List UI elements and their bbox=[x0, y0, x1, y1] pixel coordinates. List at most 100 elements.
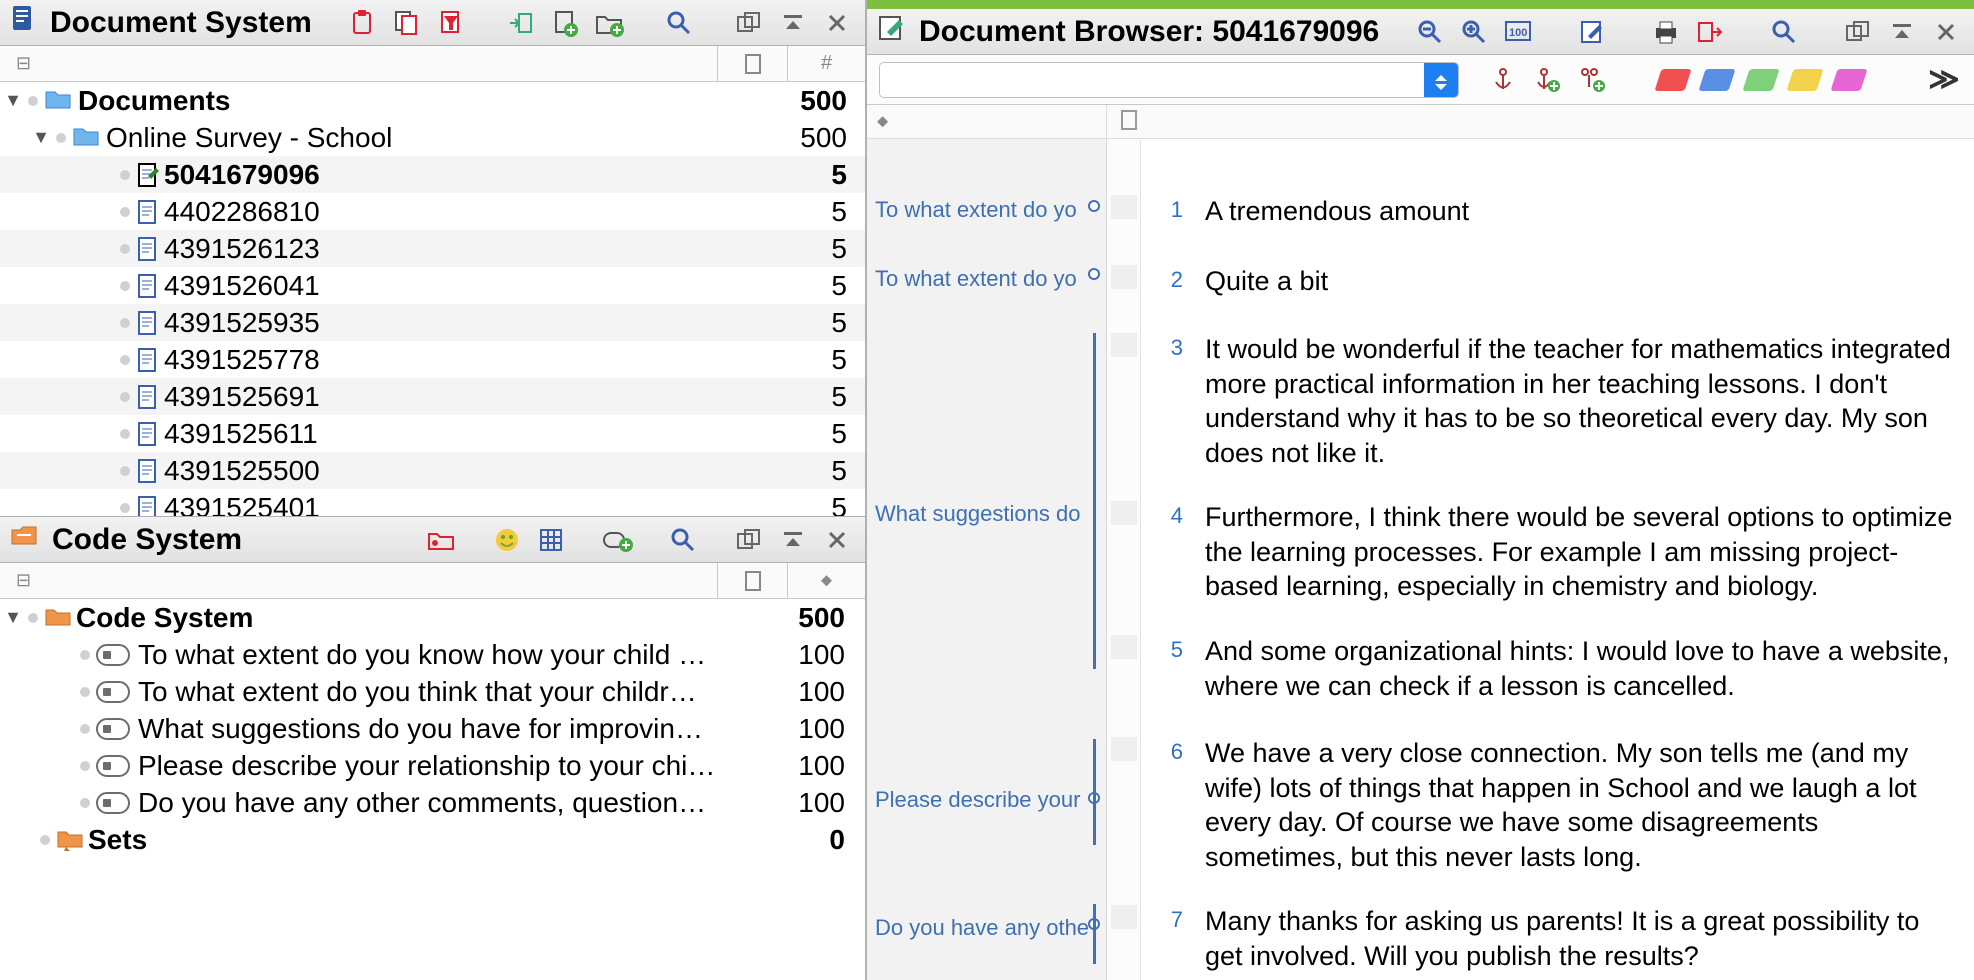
window-dup-icon[interactable] bbox=[1840, 14, 1876, 50]
print-icon[interactable] bbox=[1648, 14, 1684, 50]
close-icon[interactable] bbox=[1928, 14, 1964, 50]
code-tree[interactable]: ▼ Code System 500 To what extent do you … bbox=[0, 599, 865, 980]
search-icon[interactable] bbox=[665, 522, 701, 558]
window-dup-icon[interactable] bbox=[731, 522, 767, 558]
text-segment[interactable]: And some organizational hints: I would l… bbox=[1205, 634, 1954, 703]
search-icon[interactable] bbox=[661, 5, 697, 41]
memo-slot[interactable] bbox=[1111, 737, 1137, 761]
memo-slot[interactable] bbox=[1111, 501, 1137, 525]
survey-folder[interactable]: ▼ Online Survey - School 500 bbox=[0, 119, 865, 156]
code-label: What suggestions do you have for improvi… bbox=[138, 713, 703, 745]
paragraph-number: 5 bbox=[1171, 637, 1183, 663]
memo-slot[interactable] bbox=[1111, 905, 1137, 929]
collapse-up-icon[interactable] bbox=[775, 522, 811, 558]
document-item[interactable]: 43915260415 bbox=[0, 267, 865, 304]
code-strip[interactable]: To what extent do yo To what extent do yo… bbox=[867, 139, 1107, 980]
code-item[interactable]: To what extent do you think that your ch… bbox=[0, 673, 865, 710]
document-item[interactable]: 43915257785 bbox=[0, 341, 865, 378]
anchor-multi-icon[interactable] bbox=[1573, 62, 1609, 98]
text-segment[interactable]: Many thanks for asking us parents! It is… bbox=[1205, 904, 1954, 973]
tree-toggle-icon[interactable]: ⊟ bbox=[16, 53, 31, 74]
code-folder-red-icon[interactable] bbox=[423, 522, 459, 558]
highlight-magenta-icon[interactable] bbox=[1831, 62, 1867, 98]
code-strip-label[interactable]: To what extent do yo bbox=[875, 266, 1093, 292]
filter-doc-icon[interactable] bbox=[433, 5, 469, 41]
highlight-yellow-icon[interactable] bbox=[1787, 62, 1823, 98]
close-icon[interactable] bbox=[819, 5, 855, 41]
code-item[interactable]: To what extent do you know how your chil… bbox=[0, 636, 865, 673]
document-item[interactable]: 43915261235 bbox=[0, 230, 865, 267]
document-item[interactable]: 43915255005 bbox=[0, 452, 865, 489]
code-strip-label[interactable]: Please describe your bbox=[875, 787, 1093, 813]
combo-dropdown-icon[interactable] bbox=[1424, 63, 1458, 97]
document-item[interactable]: 43915256915 bbox=[0, 378, 865, 415]
memo-strip[interactable] bbox=[1107, 139, 1141, 980]
code-strip-label[interactable]: To what extent do yo bbox=[875, 197, 1093, 223]
count-col-header[interactable]: # bbox=[787, 46, 865, 81]
code-item[interactable]: Do you have any other comments, question… bbox=[0, 784, 865, 821]
code-root[interactable]: ▼ Code System 500 bbox=[0, 599, 865, 636]
text-segment[interactable]: A tremendous amount bbox=[1205, 194, 1954, 229]
code-range-bar[interactable] bbox=[1093, 904, 1096, 964]
code-col2[interactable]: ⬥ bbox=[787, 563, 865, 598]
text-segment[interactable]: Quite a bit bbox=[1205, 264, 1954, 299]
highlight-green-icon[interactable] bbox=[1743, 62, 1779, 98]
new-doc-icon[interactable] bbox=[547, 5, 583, 41]
highlight-red-icon[interactable] bbox=[1655, 62, 1691, 98]
memo-slot[interactable] bbox=[1111, 195, 1137, 219]
document-count: 5 bbox=[831, 381, 847, 413]
zoom-100-icon[interactable]: 100 bbox=[1500, 14, 1536, 50]
import-icon[interactable] bbox=[503, 5, 539, 41]
documents-root[interactable]: ▼ Documents 500 bbox=[0, 82, 865, 119]
sets-item[interactable]: Sets 0 bbox=[0, 821, 865, 858]
code-marker[interactable] bbox=[1088, 200, 1100, 212]
code-strip-label[interactable]: What suggestions do bbox=[875, 501, 1093, 527]
document-tree[interactable]: ▼ Documents 500 ▼ Online Survey - School… bbox=[0, 82, 865, 517]
code-item[interactable]: Please describe your relationship to you… bbox=[0, 747, 865, 784]
code-marker[interactable] bbox=[1088, 268, 1100, 280]
document-item[interactable]: 43915254015 bbox=[0, 489, 865, 517]
search-icon[interactable] bbox=[1766, 14, 1802, 50]
clipboard-red-icon[interactable] bbox=[345, 5, 381, 41]
new-folder-icon[interactable] bbox=[591, 5, 627, 41]
codestrip-header[interactable]: ⬥ bbox=[867, 105, 1107, 138]
tree-toggle-icon[interactable]: ⊟ bbox=[16, 570, 31, 591]
collapse-up-icon[interactable] bbox=[775, 5, 811, 41]
edit-mode-icon[interactable] bbox=[1574, 14, 1610, 50]
anchor-plus-icon[interactable] bbox=[1529, 62, 1565, 98]
code-range-bar[interactable] bbox=[1093, 739, 1096, 845]
text-segment[interactable]: We have a very close connection. My son … bbox=[1205, 736, 1954, 874]
text-header[interactable] bbox=[1107, 106, 1974, 137]
code-range-bar[interactable] bbox=[1093, 333, 1096, 669]
highlight-blue-icon[interactable] bbox=[1699, 62, 1735, 98]
code-col1[interactable] bbox=[717, 563, 787, 598]
document-item[interactable]: 43915256115 bbox=[0, 415, 865, 452]
new-code-icon[interactable] bbox=[599, 522, 635, 558]
copy-icon[interactable] bbox=[389, 5, 425, 41]
text-segment[interactable]: Furthermore, I think there would be seve… bbox=[1205, 500, 1954, 604]
document-item[interactable]: 50416790965 bbox=[0, 156, 865, 193]
zoom-out-icon[interactable] bbox=[1412, 14, 1448, 50]
close-icon[interactable] bbox=[819, 522, 855, 558]
code-strip-label[interactable]: Do you have any othe bbox=[875, 915, 1093, 941]
zoom-in-icon[interactable] bbox=[1456, 14, 1492, 50]
window-dup-icon[interactable] bbox=[731, 5, 767, 41]
code-combo-input[interactable] bbox=[880, 63, 1424, 97]
memo-slot[interactable] bbox=[1111, 333, 1137, 357]
export-icon[interactable] bbox=[1692, 14, 1728, 50]
matrix-icon[interactable] bbox=[533, 522, 569, 558]
code-item[interactable]: What suggestions do you have for improvi… bbox=[0, 710, 865, 747]
more-icon[interactable]: ≫ bbox=[1926, 62, 1962, 98]
code-combo[interactable] bbox=[879, 62, 1459, 98]
memo-slot[interactable] bbox=[1111, 265, 1137, 289]
emoji-icon[interactable] bbox=[489, 522, 525, 558]
memo-slot[interactable] bbox=[1111, 635, 1137, 659]
document-item[interactable]: 44022868105 bbox=[0, 193, 865, 230]
document-item[interactable]: 43915259355 bbox=[0, 304, 865, 341]
document-text[interactable]: A tremendous amount Quite a bit It would b… bbox=[1197, 139, 1974, 980]
collapse-up-icon[interactable] bbox=[1884, 14, 1920, 50]
anchor-icon[interactable] bbox=[1485, 62, 1521, 98]
text-segment[interactable]: It would be wonderful if the teacher for… bbox=[1205, 332, 1954, 470]
survey-folder-count: 500 bbox=[800, 122, 847, 154]
doc-col-header[interactable] bbox=[717, 46, 787, 81]
